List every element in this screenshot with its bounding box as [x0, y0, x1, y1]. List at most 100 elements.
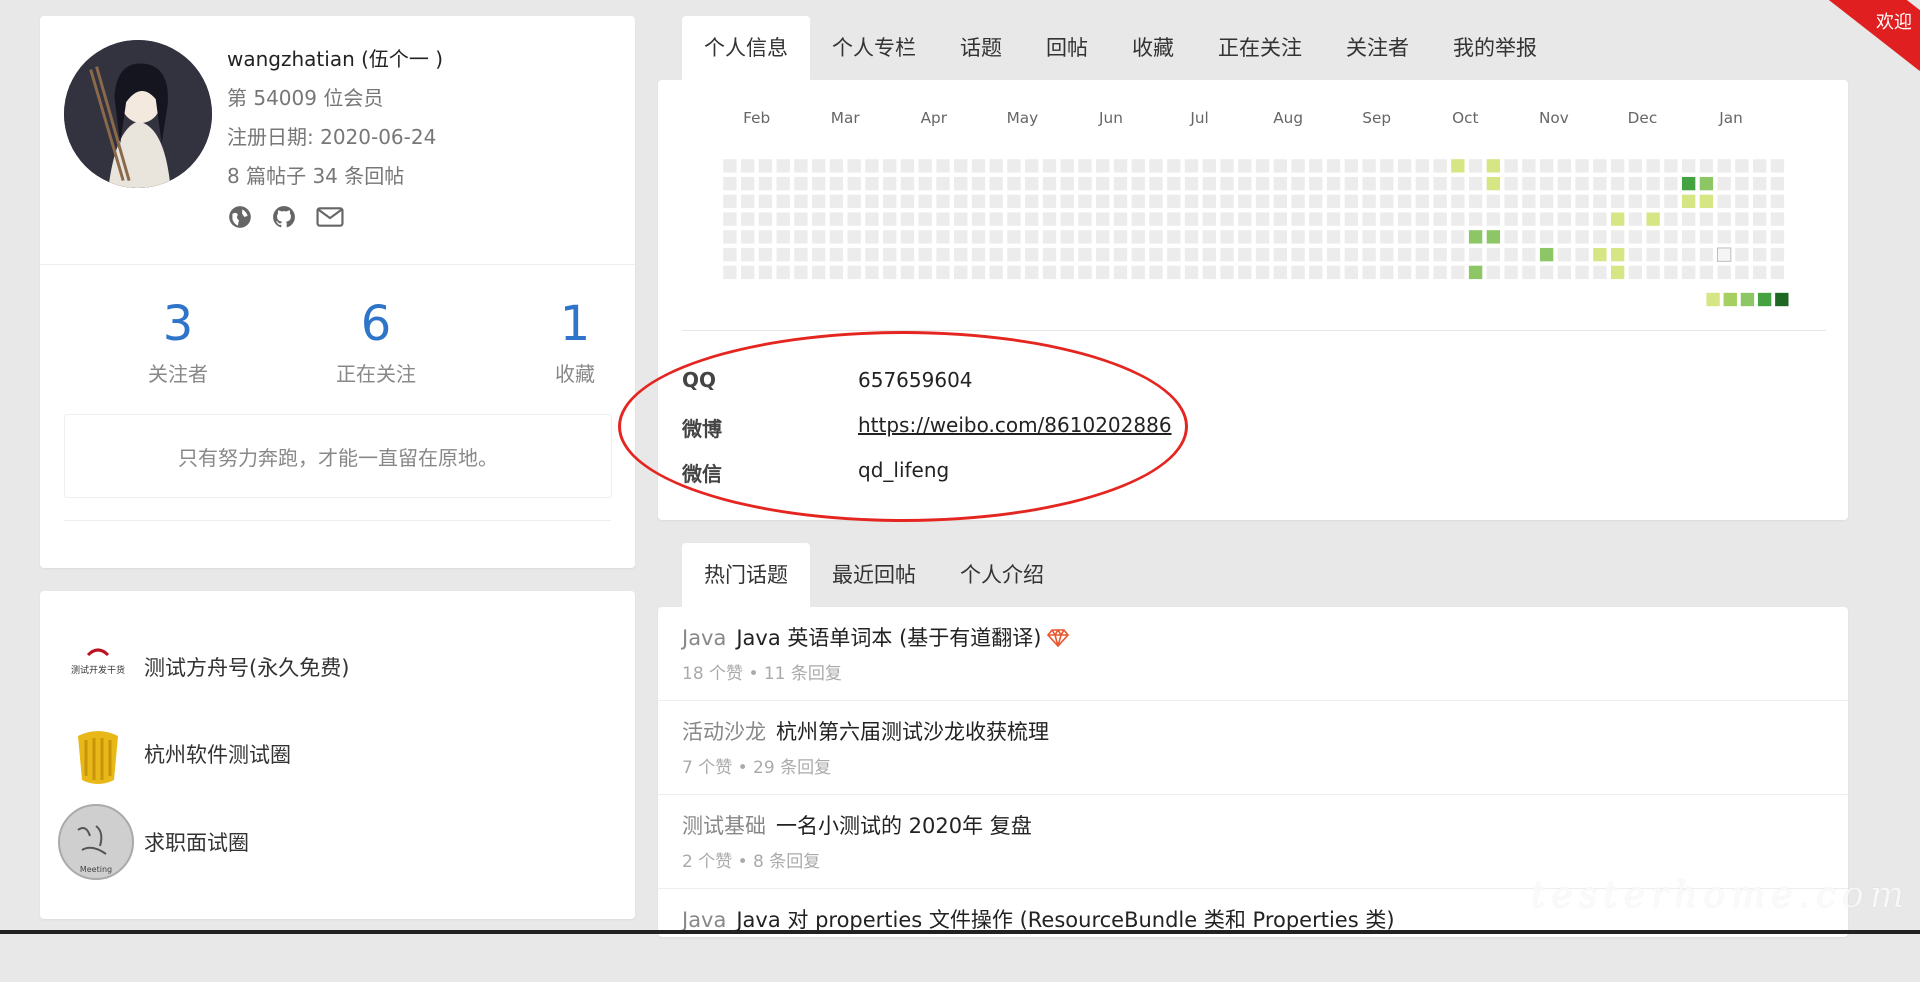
- team-name: 测试方舟号(永久免费): [144, 656, 350, 680]
- topic-node[interactable]: 活动沙龙: [682, 720, 766, 744]
- heatmap-cell: [1699, 176, 1714, 191]
- tab-favorites[interactable]: 收藏: [1110, 16, 1196, 80]
- heatmap-cell: [812, 230, 826, 244]
- heatmap-cell: [1433, 265, 1447, 280]
- tab-followers[interactable]: 关注者: [1324, 16, 1431, 80]
- stat-label: 关注者: [148, 362, 208, 386]
- heatmap-cell: [1664, 265, 1678, 280]
- heatmap-cell: [776, 212, 790, 226]
- heatmap-cell: [971, 230, 986, 244]
- heatmap-cell: [1362, 265, 1376, 280]
- heatmap-cell: [1060, 159, 1074, 173]
- heatmap-cell: [1752, 159, 1767, 173]
- heatmap-cell: [1255, 176, 1270, 191]
- heatmap-cell: [1167, 265, 1181, 280]
- heatmap-cell: [1344, 176, 1358, 191]
- divider: [40, 264, 635, 265]
- globe-icon[interactable]: [227, 204, 253, 230]
- heatmap-cell: [883, 159, 897, 173]
- mail-icon[interactable]: [315, 204, 344, 230]
- heatmap-cell: [1717, 176, 1731, 191]
- heatmap-cell: [1735, 265, 1749, 280]
- heatmap-cell: [1149, 230, 1163, 244]
- heatmap-cell: [1344, 265, 1358, 280]
- heatmap-cell: [1770, 247, 1785, 262]
- heatmap-cell: [1238, 194, 1252, 209]
- topic-title[interactable]: 杭州第六届测试沙龙收获梳理: [776, 720, 1049, 744]
- heatmap-cell: [1504, 265, 1518, 280]
- heatmap-cell: [883, 176, 897, 191]
- tab-following[interactable]: 正在关注: [1196, 16, 1324, 80]
- heatmap-cell: [1397, 230, 1412, 244]
- tab-topics[interactable]: 话题: [938, 16, 1024, 80]
- heatmap-cell: [1202, 265, 1216, 280]
- list-item[interactable]: Java Java 英语单词本 (基于有道翻译) 18 个赞 • 11 条回复: [658, 607, 1848, 701]
- heatmap-cell: [1096, 247, 1110, 262]
- topic-node[interactable]: Java: [682, 626, 726, 650]
- profile-card: wangzhatian (伍个一 ) 第 54009 位会员 注册日期: 202…: [40, 16, 635, 568]
- heatmap-cell: [1078, 176, 1092, 191]
- tab-replies[interactable]: 回帖: [1024, 16, 1110, 80]
- heatmap-cell: [1220, 212, 1234, 226]
- topic-node[interactable]: Java: [682, 908, 726, 932]
- avatar[interactable]: [64, 40, 212, 188]
- tab-profile-info[interactable]: 个人信息: [682, 16, 810, 80]
- heatmap-cell: [1255, 247, 1270, 262]
- github-icon[interactable]: [271, 204, 297, 230]
- heatmap-cell: [776, 265, 790, 280]
- heatmap-cell: [1664, 247, 1678, 262]
- heatmap-cell: [1504, 212, 1518, 226]
- team-item[interactable]: Meeting 求职面试圈: [58, 804, 249, 880]
- stat-following[interactable]: 6 正在关注: [296, 296, 456, 387]
- heatmap-cell: [936, 194, 950, 209]
- heatmap-cell: [1664, 212, 1678, 226]
- heatmap-cell: [1362, 194, 1376, 209]
- heatmap-cell: [1131, 230, 1145, 244]
- heatmap-cell: [1699, 159, 1714, 173]
- tab-reports[interactable]: 我的举报: [1431, 16, 1559, 80]
- list-item[interactable]: 活动沙龙 杭州第六届测试沙龙收获梳理 7 个赞 • 29 条回复: [658, 701, 1848, 795]
- tab-columns[interactable]: 个人专栏: [810, 16, 938, 80]
- heatmap-cell: [794, 212, 808, 226]
- topic-title[interactable]: Java 英语单词本 (基于有道翻译): [736, 626, 1041, 650]
- heatmap-cell: [1575, 176, 1589, 191]
- heatmap-cell: [1167, 159, 1181, 173]
- heatmap-cell: [1610, 194, 1625, 209]
- heatmap-cell: [1539, 265, 1554, 280]
- heatmap-cell: [1078, 247, 1092, 262]
- team-item[interactable]: 测试开发干货 测试方舟号(永久免费): [62, 631, 349, 703]
- stat-favorites[interactable]: 1 收藏: [495, 296, 655, 387]
- heatmap-cell: [1291, 265, 1305, 280]
- tab-introduction[interactable]: 个人介绍: [938, 543, 1066, 607]
- heatmap-cell: [1380, 247, 1394, 262]
- welcome-ribbon[interactable]: 欢迎: [1820, 0, 1920, 84]
- heatmap-cell: [1752, 194, 1767, 209]
- team-item[interactable]: 杭州软件测试圈: [62, 718, 291, 790]
- heatmap-cell: [1522, 247, 1536, 262]
- heatmap-cell: [1167, 176, 1181, 191]
- heatmap-cell: [1735, 159, 1749, 173]
- post-counts: 8 篇帖子 34 条回帖: [227, 164, 405, 188]
- heatmap-cell: [883, 194, 897, 209]
- stat-followers[interactable]: 3 关注者: [98, 296, 258, 387]
- heatmap-cell: [1699, 230, 1714, 244]
- tab-recent-replies[interactable]: 最近回帖: [810, 543, 938, 607]
- tab-hot-topics[interactable]: 热门话题: [682, 543, 810, 607]
- heatmap-cell: [1664, 230, 1678, 244]
- topic-node[interactable]: 测试基础: [682, 814, 766, 838]
- register-date: 注册日期: 2020-06-24: [227, 125, 437, 149]
- weibo-link[interactable]: https://weibo.com/8610202886: [858, 413, 1172, 442]
- heatmap-cell: [1113, 159, 1128, 173]
- heatmap-cell: [740, 212, 755, 226]
- topic-title[interactable]: 一名小测试的 2020年 复盘: [776, 814, 1032, 838]
- month-label: Sep: [1362, 109, 1391, 127]
- heatmap-cell: [1717, 194, 1731, 209]
- topic-title[interactable]: Java 对 properties 文件操作 (ResourceBundle 类…: [736, 908, 1394, 932]
- heatmap-cell: [1539, 247, 1554, 262]
- stat-number: 1: [559, 296, 591, 352]
- heatmap-cell: [1078, 159, 1092, 173]
- heatmap-cell: [829, 176, 844, 191]
- month-label: Jun: [1098, 109, 1123, 127]
- heatmap-legend-swatch: [1757, 292, 1772, 307]
- heatmap-cell: [954, 212, 968, 226]
